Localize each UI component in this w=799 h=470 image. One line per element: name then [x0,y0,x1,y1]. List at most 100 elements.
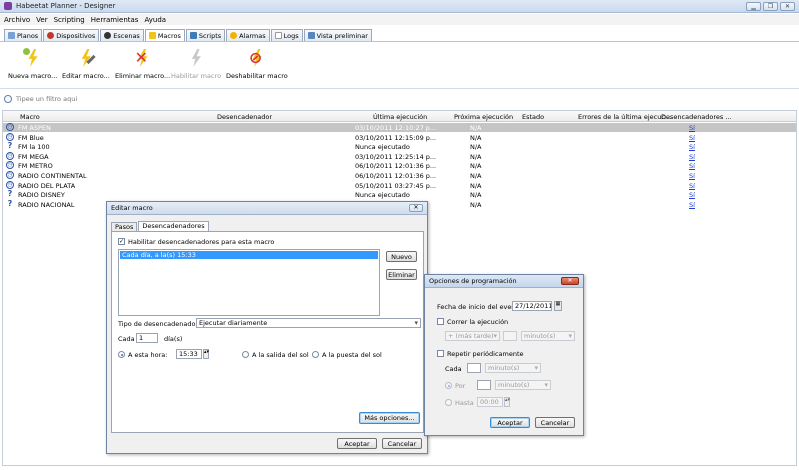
table-row[interactable]: ◷ RADIO DEL PLATA 05/10/2011 03:27:45 p...… [3,180,796,190]
table-row[interactable]: ◷ FM Blue 03/10/2011 12:15:09 p... N/A Sí [3,132,796,142]
repeat-every-unit-select[interactable]: minuto(s) [485,363,541,373]
delay-direction-select[interactable]: + (más tarde) [445,331,500,341]
cell-triggers[interactable]: Sí [689,153,695,161]
delay-amount-input[interactable] [503,331,517,341]
cell-last-run: Nunca ejecutado [355,191,410,200]
for-radio[interactable] [445,382,452,389]
until-radio[interactable] [445,399,452,406]
until-time-spinner[interactable]: ▴▾ [504,397,510,407]
table-row[interactable]: ? RADIO DISNEY Nunca ejecutado N/A Sí [3,190,796,200]
more-options-button[interactable]: Más opciones... [359,412,420,424]
col-trigger[interactable]: Desencadenador [217,113,272,121]
menu-herramientas[interactable]: Herramientas [91,16,139,24]
minimize-button[interactable]: ▁ [746,2,761,11]
tab-escenas[interactable]: Escenas [100,29,144,41]
trigger-type-select[interactable]: Ejecutar diariamente [196,318,421,328]
at-time-radio[interactable] [118,351,125,358]
filter-input[interactable] [16,95,216,103]
sched-dialog-close-button[interactable]: ✕ [561,277,579,285]
col-macro[interactable]: Macro [20,113,40,121]
tab-desencadenadores[interactable]: Desencadenadores [138,221,209,231]
cell-triggers[interactable]: Sí [689,201,695,209]
delete-trigger-button[interactable]: Eliminar [386,269,417,280]
disable-macro-button[interactable]: ⊘ Deshabilitar macro [226,48,288,80]
for-amount-input[interactable] [477,380,491,390]
cell-triggers[interactable]: Sí [689,143,695,151]
sunset-radio[interactable] [312,351,319,358]
menu-archivo[interactable]: Archivo [4,16,30,24]
edit-accept-button[interactable]: Aceptar [337,438,377,449]
menu-scripting[interactable]: Scripting [54,16,85,24]
cell-last-run: 06/10/2011 12:01:36 p... [355,172,437,180]
cell-last-run: 05/10/2011 03:27:45 p... [355,181,437,190]
edit-cancel-button[interactable]: Cancelar [382,438,422,449]
table-row[interactable]: ◷ FM MEGA 03/10/2011 12:25:14 p... N/A Sí [3,151,796,161]
sunrise-radio[interactable] [242,351,249,358]
table-row[interactable]: ◷ FM ASPEN 03/10/2011 12:10:27 p... N/A Sí [3,123,796,132]
edit-macro-dialog: Editar macro ✕ Pasos Desencadenadores ✓ … [106,201,428,454]
col-last-run[interactable]: Última ejecución [373,113,427,121]
col-next-run[interactable]: Próxima ejecución [454,113,513,121]
enable-triggers-checkbox[interactable]: ✓ [118,238,125,245]
at-time-label: A esta hora: [128,351,168,359]
clock-icon: ◷ [6,161,14,170]
cell-next-run: N/A [470,152,482,161]
schedule-options-dialog: Opciones de programación ✕ Fecha de inic… [424,274,584,436]
sched-cancel-button[interactable]: Cancelar [535,417,575,428]
time-spinner[interactable]: ▴▾ [203,349,209,359]
tab-planos[interactable]: Planos [4,29,43,41]
cell-macro-name: RADIO DEL PLATA [18,181,76,190]
tab-dispositivos[interactable]: Dispositivos [43,29,100,41]
start-date-input[interactable]: 27/12/2011 [512,301,552,311]
repeat-every-label: Cada [445,365,462,373]
for-unit-select[interactable]: minuto(s) [495,380,551,390]
tab-macros[interactable]: Macros [144,29,185,41]
trigger-list-item[interactable]: Cada día, a la(s) 15:33 [120,251,378,259]
cell-triggers[interactable]: Sí [689,182,695,190]
repeat-every-input[interactable] [467,363,481,373]
tab-alarmas[interactable]: Alarmas [226,29,270,41]
tab-pasos[interactable]: Pasos [111,222,138,231]
cell-triggers[interactable]: Sí [689,191,695,199]
new-trigger-button[interactable]: Nuevo [386,251,417,262]
main-tabs: Planos Dispositivos Escenas Macros Scrip… [4,29,372,41]
cell-triggers[interactable]: Sí [689,172,695,180]
sched-accept-button[interactable]: Aceptar [490,417,530,428]
cell-triggers[interactable]: Sí [689,162,695,170]
delay-unit-select[interactable]: minuto(s) [521,331,575,341]
tab-scripts[interactable]: Scripts [185,29,226,41]
at-time-input[interactable]: 15:33 [176,349,202,359]
menu-ayuda[interactable]: Ayuda [144,16,166,24]
close-button[interactable]: ✕ [780,2,795,11]
cell-triggers[interactable]: Sí [689,134,695,142]
enable-macro-button[interactable]: Habilitar macro [171,48,221,80]
tab-logs[interactable]: Logs [270,29,303,41]
table-row[interactable]: ◷ FM METRO 06/10/2011 12:01:36 p... N/A Sí [3,161,796,170]
question-icon: ? [7,141,13,151]
sunset-label: A la puesta del sol [322,351,382,359]
cell-triggers[interactable]: Sí [689,124,695,132]
filter-bar [4,93,795,105]
edit-macro-button[interactable]: Editar macro... [62,48,110,80]
col-errors[interactable]: Errores de la última ejecuc... [578,113,671,121]
title-bar: Habeetat Planner - Designer ▁ ❐ ✕ [0,0,799,13]
clock-icon: ◷ [6,132,14,141]
trigger-list[interactable]: Cada día, a la(s) 15:33 [118,249,380,316]
delay-checkbox[interactable] [437,318,444,325]
menu-ver[interactable]: Ver [36,16,47,24]
delete-macro-button[interactable]: ✕ Eliminar macro... [115,48,170,80]
app-icon [4,2,12,10]
table-row[interactable]: ? FM la 100 Nunca ejecutado N/A Sí [3,141,796,152]
repeat-checkbox[interactable] [437,350,444,357]
new-macro-icon [22,48,43,68]
tab-vista-preliminar[interactable]: Vista preliminar [303,29,372,41]
maximize-button[interactable]: ❐ [763,2,778,11]
edit-dialog-close-button[interactable]: ✕ [409,204,423,212]
col-triggers[interactable]: Desencadenadores ... [661,113,732,121]
until-time-input[interactable]: 00:00 [477,397,503,407]
calendar-icon[interactable]: ▦ [554,301,562,311]
col-status[interactable]: Estado [522,113,544,121]
table-row[interactable]: ◷ RADIO CONTINENTAL 06/10/2011 12:01:36 p.… [3,171,796,180]
new-macro-button[interactable]: Nueva macro... [8,48,57,80]
every-days-input[interactable]: 1 [136,333,158,343]
